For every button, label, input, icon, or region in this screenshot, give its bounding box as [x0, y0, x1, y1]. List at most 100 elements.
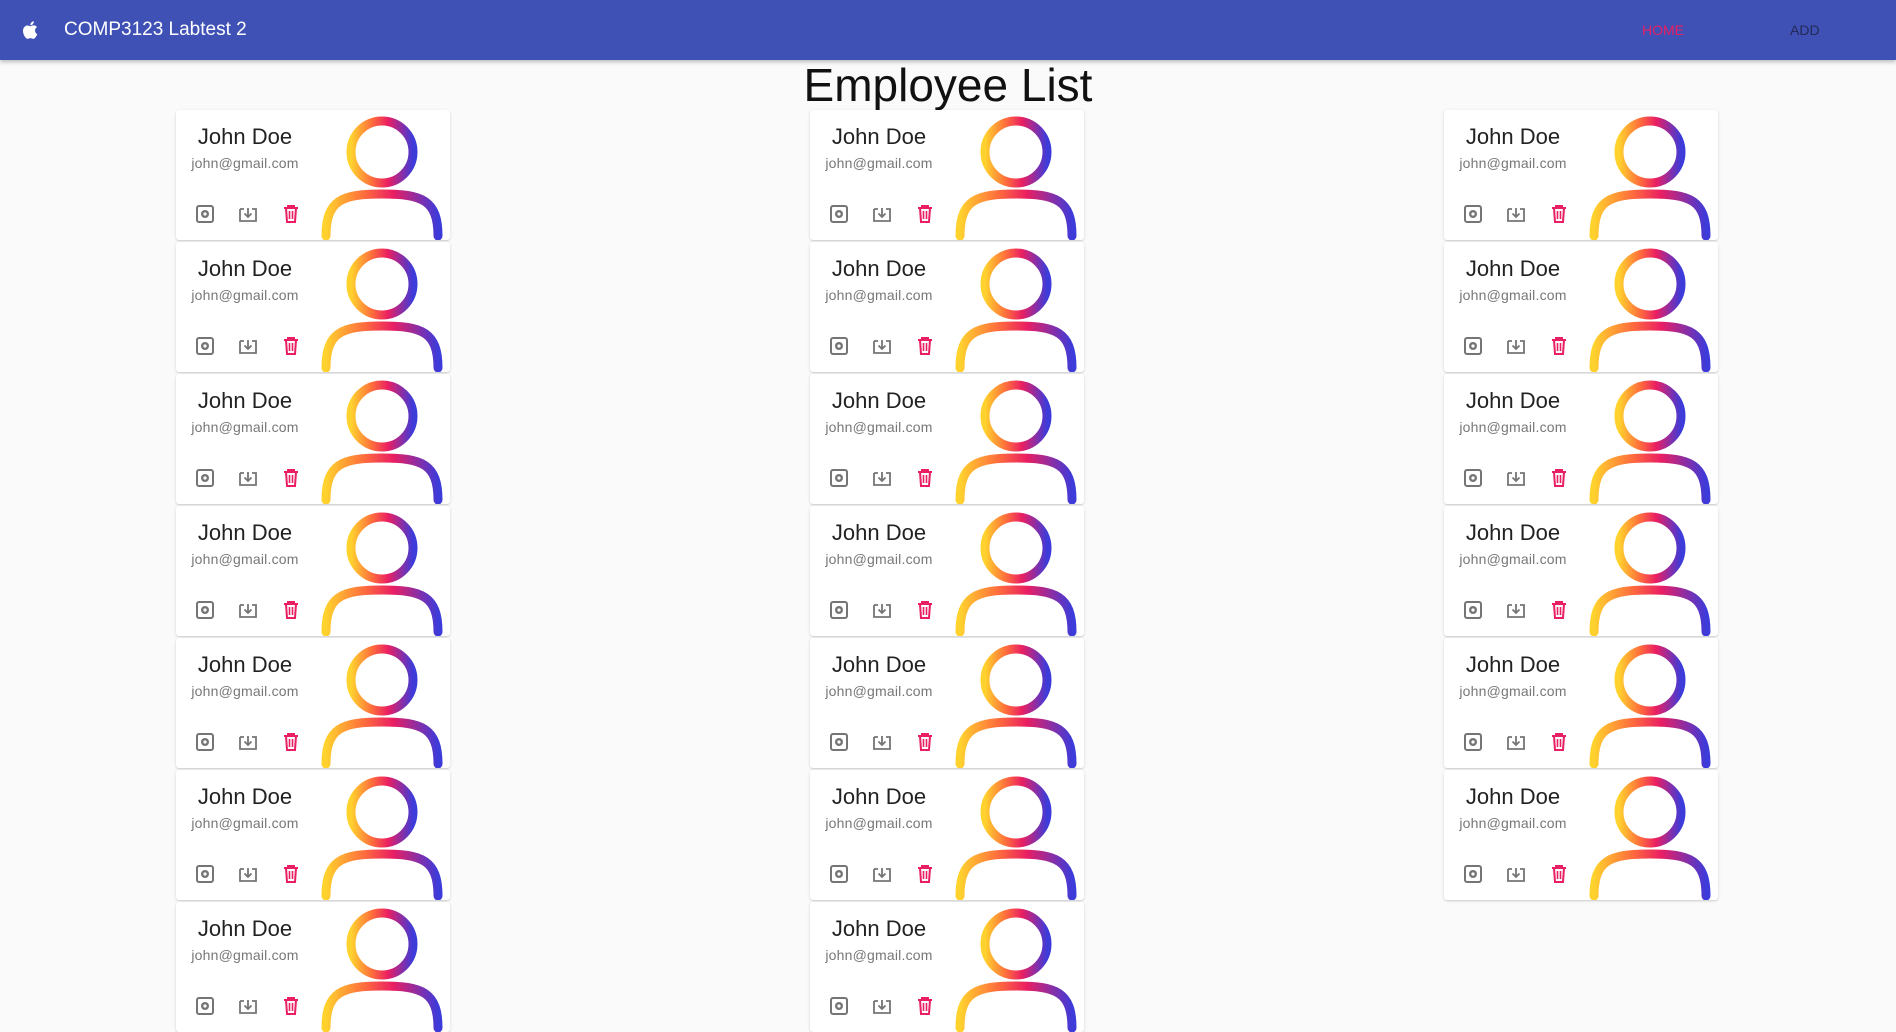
employee-name: John Doe: [197, 652, 293, 677]
download-icon[interactable]: [236, 730, 260, 754]
gear-icon[interactable]: [193, 466, 217, 490]
download-icon[interactable]: [870, 598, 894, 622]
gear-icon[interactable]: [193, 730, 217, 754]
gear-icon[interactable]: [827, 466, 851, 490]
employee-email: john@gmail.com: [191, 155, 299, 171]
gear-icon[interactable]: [193, 334, 217, 358]
employee-email: john@gmail.com: [1459, 683, 1567, 699]
person-gradient-icon: [321, 908, 443, 1032]
trash-icon[interactable]: [1547, 598, 1571, 622]
person-gradient-icon: [1589, 776, 1711, 900]
gear-icon[interactable]: [193, 862, 217, 886]
nav-home-link[interactable]: HOME: [1642, 22, 1684, 38]
trash-icon[interactable]: [1547, 466, 1571, 490]
employee-name: John Doe: [197, 124, 293, 149]
gear-icon[interactable]: [1461, 862, 1485, 886]
download-icon[interactable]: [870, 994, 894, 1018]
page-title: Employee List: [803, 59, 1093, 111]
download-icon[interactable]: [870, 466, 894, 490]
trash-icon[interactable]: [913, 466, 937, 490]
person-gradient-icon: [321, 380, 443, 504]
download-icon[interactable]: [1504, 466, 1528, 490]
trash-icon[interactable]: [913, 202, 937, 226]
trash-icon[interactable]: [913, 334, 937, 358]
gear-icon[interactable]: [193, 994, 217, 1018]
employee-card: John Doe john@gmail.com: [810, 374, 1084, 504]
employee-email: john@gmail.com: [191, 419, 299, 435]
person-gradient-icon: [321, 644, 443, 768]
apple-icon[interactable]: [20, 19, 42, 41]
gear-icon[interactable]: [827, 862, 851, 886]
employee-name: John Doe: [831, 388, 927, 413]
gear-icon[interactable]: [193, 598, 217, 622]
trash-icon[interactable]: [279, 994, 303, 1018]
download-icon[interactable]: [1504, 334, 1528, 358]
trash-icon[interactable]: [1547, 862, 1571, 886]
download-icon[interactable]: [236, 466, 260, 490]
trash-icon[interactable]: [279, 202, 303, 226]
trash-icon[interactable]: [1547, 730, 1571, 754]
gear-icon[interactable]: [1461, 598, 1485, 622]
download-icon[interactable]: [236, 598, 260, 622]
download-icon[interactable]: [236, 334, 260, 358]
employee-name: John Doe: [831, 124, 927, 149]
trash-icon[interactable]: [913, 862, 937, 886]
employee-card: John Doe john@gmail.com: [176, 506, 450, 636]
gear-icon[interactable]: [827, 334, 851, 358]
trash-icon[interactable]: [913, 730, 937, 754]
gear-icon[interactable]: [1461, 202, 1485, 226]
person-gradient-icon: [955, 116, 1077, 240]
employee-name: John Doe: [197, 916, 293, 941]
employee-card: John Doe john@gmail.com: [810, 770, 1084, 900]
download-icon[interactable]: [236, 862, 260, 886]
employee-name: John Doe: [1465, 124, 1561, 149]
gear-icon[interactable]: [827, 598, 851, 622]
trash-icon[interactable]: [279, 334, 303, 358]
gear-icon[interactable]: [827, 730, 851, 754]
person-gradient-icon: [1589, 116, 1711, 240]
download-icon[interactable]: [1504, 730, 1528, 754]
employee-email: john@gmail.com: [1459, 287, 1567, 303]
person-gradient-icon: [955, 512, 1077, 636]
gear-icon[interactable]: [1461, 334, 1485, 358]
download-icon[interactable]: [1504, 202, 1528, 226]
gear-icon[interactable]: [1461, 466, 1485, 490]
employee-card: John Doe john@gmail.com: [176, 638, 450, 768]
employee-name: John Doe: [831, 652, 927, 677]
download-icon[interactable]: [1504, 862, 1528, 886]
employee-email: john@gmail.com: [825, 155, 933, 171]
trash-icon[interactable]: [913, 994, 937, 1018]
trash-icon[interactable]: [279, 730, 303, 754]
trash-icon[interactable]: [279, 862, 303, 886]
employee-email: john@gmail.com: [191, 551, 299, 567]
employee-email: john@gmail.com: [1459, 815, 1567, 831]
employee-email: john@gmail.com: [1459, 155, 1567, 171]
gear-icon[interactable]: [827, 994, 851, 1018]
download-icon[interactable]: [870, 202, 894, 226]
trash-icon[interactable]: [279, 598, 303, 622]
download-icon[interactable]: [236, 994, 260, 1018]
employee-email: john@gmail.com: [191, 947, 299, 963]
download-icon[interactable]: [870, 334, 894, 358]
trash-icon[interactable]: [913, 598, 937, 622]
download-icon[interactable]: [870, 862, 894, 886]
gear-icon[interactable]: [827, 202, 851, 226]
employee-card: John Doe john@gmail.com: [810, 638, 1084, 768]
employee-card: John Doe john@gmail.com: [1444, 638, 1718, 768]
app-title: COMP3123 Labtest 2: [64, 19, 247, 40]
employee-card: John Doe john@gmail.com: [810, 242, 1084, 372]
download-icon[interactable]: [870, 730, 894, 754]
trash-icon[interactable]: [279, 466, 303, 490]
nav-add-link[interactable]: ADD: [1790, 22, 1820, 38]
employee-email: john@gmail.com: [825, 287, 933, 303]
download-icon[interactable]: [1504, 598, 1528, 622]
gear-icon[interactable]: [1461, 730, 1485, 754]
employee-card: John Doe john@gmail.com: [810, 110, 1084, 240]
trash-icon[interactable]: [1547, 334, 1571, 358]
employee-name: John Doe: [197, 520, 293, 545]
employee-name: John Doe: [197, 784, 293, 809]
gear-icon[interactable]: [193, 202, 217, 226]
download-icon[interactable]: [236, 202, 260, 226]
trash-icon[interactable]: [1547, 202, 1571, 226]
person-gradient-icon: [955, 644, 1077, 768]
